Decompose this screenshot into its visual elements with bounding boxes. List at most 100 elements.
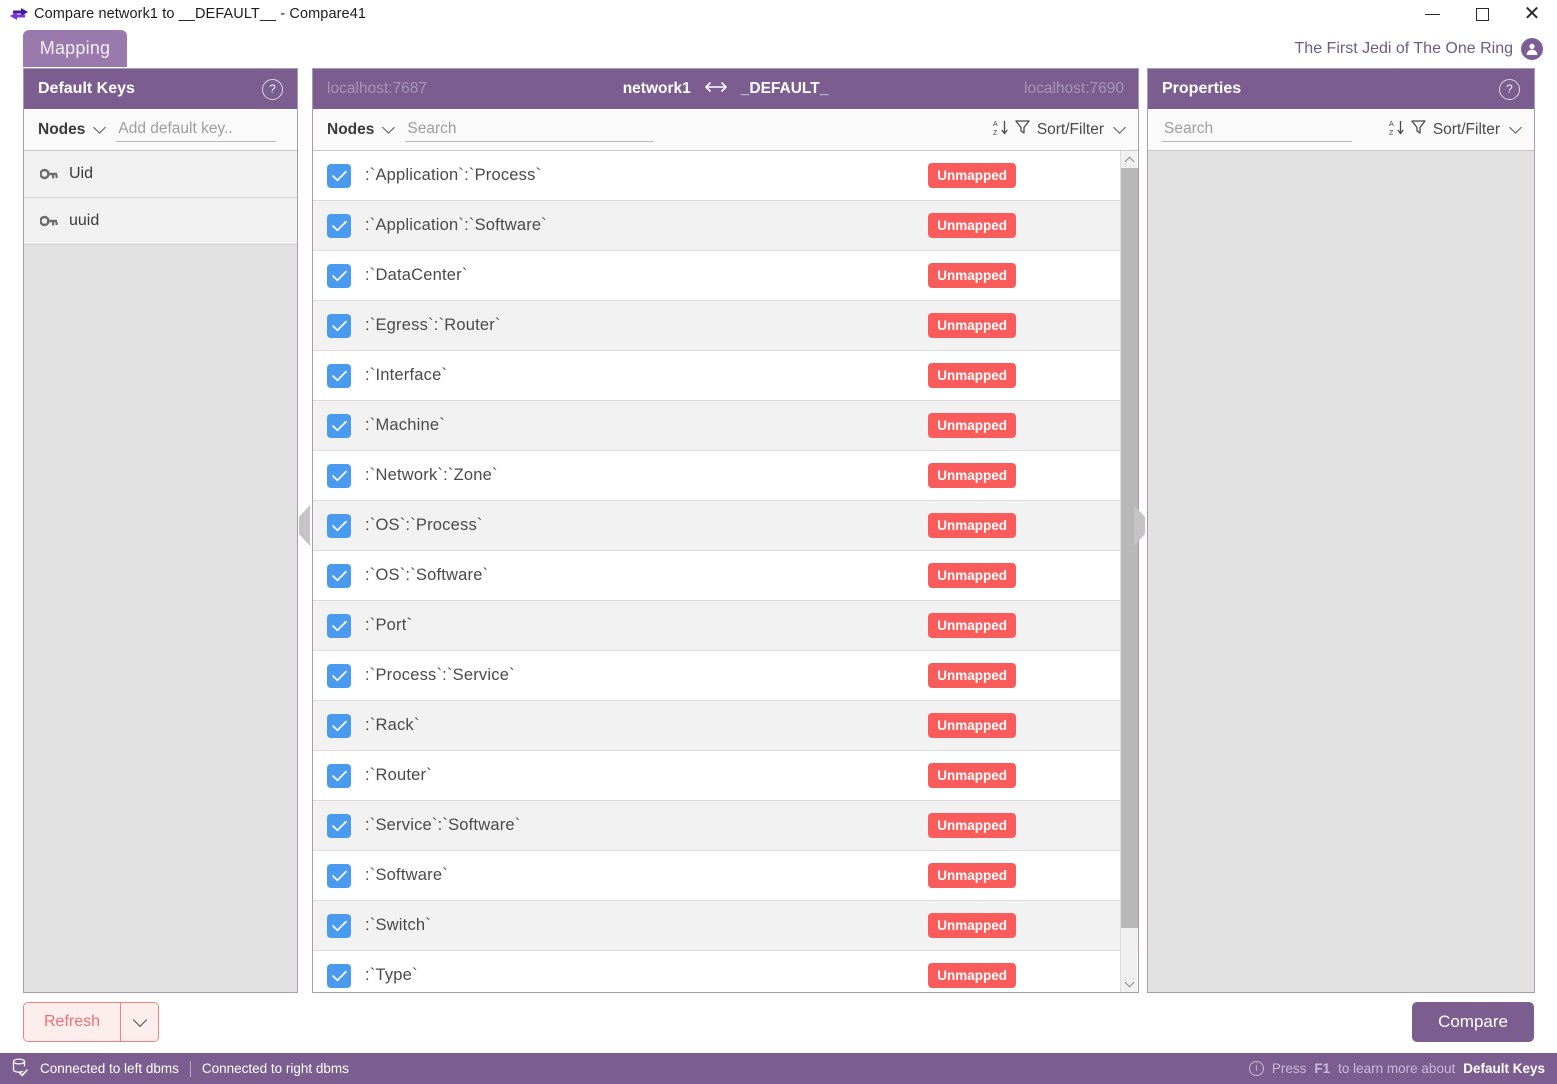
window-title-bar: Compare network1 to __DEFAULT__ - Compar…: [0, 0, 1557, 28]
minimize-button[interactable]: [1407, 0, 1457, 28]
table-row[interactable]: :`Application`:`Software` Unmapped: [313, 201, 1138, 251]
collapse-right-handle[interactable]: [1134, 505, 1146, 546]
status-badge[interactable]: Unmapped: [928, 163, 1016, 188]
row-checkbox[interactable]: [327, 863, 351, 888]
row-checkbox[interactable]: [327, 713, 351, 738]
table-row-label: :`OS`:`Software`: [365, 566, 489, 584]
row-checkbox[interactable]: [327, 313, 351, 338]
table-row[interactable]: :`Port` Unmapped: [313, 601, 1138, 651]
table-row-label: :`Egress`:`Router`: [365, 316, 501, 334]
table-row-label: :`Type`: [365, 966, 418, 984]
table-row[interactable]: :`Machine` Unmapped: [313, 401, 1138, 451]
row-checkbox[interactable]: [327, 763, 351, 788]
user-name: The First Jedi of The One Ring: [1294, 40, 1513, 57]
maximize-button[interactable]: [1457, 0, 1507, 28]
table-row[interactable]: :`Network`:`Zone` Unmapped: [313, 451, 1138, 501]
list-item[interactable]: uuid: [24, 198, 297, 245]
table-row[interactable]: :`DataCenter` Unmapped: [313, 251, 1138, 301]
row-checkbox[interactable]: [327, 963, 351, 988]
list-item[interactable]: Uid: [24, 151, 297, 198]
table-row[interactable]: :`Service`:`Software` Unmapped: [313, 801, 1138, 851]
status-badge[interactable]: Unmapped: [928, 813, 1016, 838]
row-checkbox[interactable]: [327, 813, 351, 838]
help-icon[interactable]: ?: [262, 78, 283, 100]
collapse-left-handle[interactable]: [299, 505, 311, 546]
vertical-scrollbar[interactable]: [1120, 151, 1138, 992]
table-row[interactable]: :`Interface` Unmapped: [313, 351, 1138, 401]
search-input[interactable]: [405, 117, 654, 142]
row-checkbox[interactable]: [327, 413, 351, 438]
row-checkbox[interactable]: [327, 563, 351, 588]
table-row[interactable]: :`Router` Unmapped: [313, 751, 1138, 801]
table-row[interactable]: :`Rack` Unmapped: [313, 701, 1138, 751]
status-badge[interactable]: Unmapped: [928, 963, 1016, 988]
table-row[interactable]: :`Egress`:`Router` Unmapped: [313, 301, 1138, 351]
row-checkbox[interactable]: [327, 613, 351, 638]
scrollbar-thumb[interactable]: [1121, 168, 1138, 928]
properties-search-input[interactable]: [1162, 117, 1352, 142]
status-badge[interactable]: Unmapped: [928, 563, 1016, 588]
mapping-panel: localhost:7687 network1 _DEFAULT_ localh…: [312, 68, 1139, 993]
chevron-down-icon[interactable]: [382, 120, 396, 134]
row-checkbox[interactable]: [327, 463, 351, 488]
refresh-button[interactable]: Refresh: [24, 1003, 121, 1041]
sort-filter-control[interactable]: A Z Sort/Filter: [1389, 119, 1522, 141]
row-checkbox[interactable]: [327, 213, 351, 238]
row-checkbox[interactable]: [327, 663, 351, 688]
triangle-right-icon: [1134, 505, 1145, 546]
sort-az-icon: A Z: [993, 119, 1008, 141]
status-badge[interactable]: Unmapped: [928, 413, 1016, 438]
status-badge[interactable]: Unmapped: [928, 913, 1016, 938]
table-row[interactable]: :`OS`:`Software` Unmapped: [313, 551, 1138, 601]
status-badge[interactable]: Unmapped: [928, 713, 1016, 738]
row-checkbox[interactable]: [327, 513, 351, 538]
maximize-icon: [1475, 7, 1489, 21]
status-badge[interactable]: Unmapped: [928, 463, 1016, 488]
status-badge[interactable]: Unmapped: [928, 313, 1016, 338]
table-row[interactable]: :`Switch` Unmapped: [313, 901, 1138, 951]
status-badge[interactable]: Unmapped: [928, 863, 1016, 888]
close-icon: ✕: [1523, 3, 1541, 25]
nodes-dropdown-label[interactable]: Nodes: [38, 121, 85, 139]
table-row[interactable]: :`Software` Unmapped: [313, 851, 1138, 901]
status-badge[interactable]: Unmapped: [928, 263, 1016, 288]
status-badge[interactable]: Unmapped: [928, 363, 1016, 388]
svg-text:A: A: [993, 121, 998, 128]
table-row-label: :`Application`:`Process`: [365, 166, 542, 184]
chevron-down-icon[interactable]: [93, 120, 107, 134]
status-badge[interactable]: Unmapped: [928, 763, 1016, 788]
check-icon: [331, 220, 347, 231]
tab-mapping[interactable]: Mapping: [23, 30, 127, 67]
table-row[interactable]: :`OS`:`Process` Unmapped: [313, 501, 1138, 551]
status-badge[interactable]: Unmapped: [928, 613, 1016, 638]
scroll-down-button[interactable]: [1121, 975, 1138, 992]
database-check-icon: [12, 1057, 29, 1080]
refresh-dropdown-button[interactable]: [120, 1003, 159, 1041]
table-row[interactable]: :`Type` Unmapped: [313, 951, 1138, 992]
row-checkbox[interactable]: [327, 263, 351, 288]
table-row-label: :`Service`:`Software`: [365, 816, 521, 834]
status-badge[interactable]: Unmapped: [928, 513, 1016, 538]
row-checkbox[interactable]: [327, 363, 351, 388]
scroll-up-button[interactable]: [1121, 151, 1137, 168]
compare-button[interactable]: Compare: [1412, 1002, 1534, 1042]
table-row[interactable]: :`Process`:`Service` Unmapped: [313, 651, 1138, 701]
user-area[interactable]: The First Jedi of The One Ring: [1295, 38, 1543, 60]
properties-panel: Properties ? A Z Sort/Filter: [1147, 68, 1535, 993]
row-checkbox[interactable]: [327, 913, 351, 938]
status-badge[interactable]: Unmapped: [928, 213, 1016, 238]
table-row-label: :`Software`: [365, 866, 448, 884]
close-button[interactable]: ✕: [1507, 0, 1557, 28]
chevron-down-icon[interactable]: [1509, 120, 1522, 134]
nodes-dropdown-label[interactable]: Nodes: [327, 121, 374, 139]
sort-filter-control[interactable]: A Z Sort/Filter: [993, 119, 1126, 141]
mapping-list[interactable]: :`Application`:`Process` Unmapped:`Applic…: [313, 151, 1138, 992]
chevron-down-icon[interactable]: [1113, 120, 1126, 134]
add-default-key-input[interactable]: [116, 117, 277, 142]
row-checkbox[interactable]: [327, 163, 351, 188]
table-row-label: :`Process`:`Service`: [365, 666, 515, 684]
window-title: Compare network1 to __DEFAULT__ - Compar…: [34, 6, 367, 22]
status-badge[interactable]: Unmapped: [928, 663, 1016, 688]
table-row[interactable]: :`Application`:`Process` Unmapped: [313, 151, 1138, 201]
help-icon[interactable]: ?: [1499, 78, 1520, 100]
